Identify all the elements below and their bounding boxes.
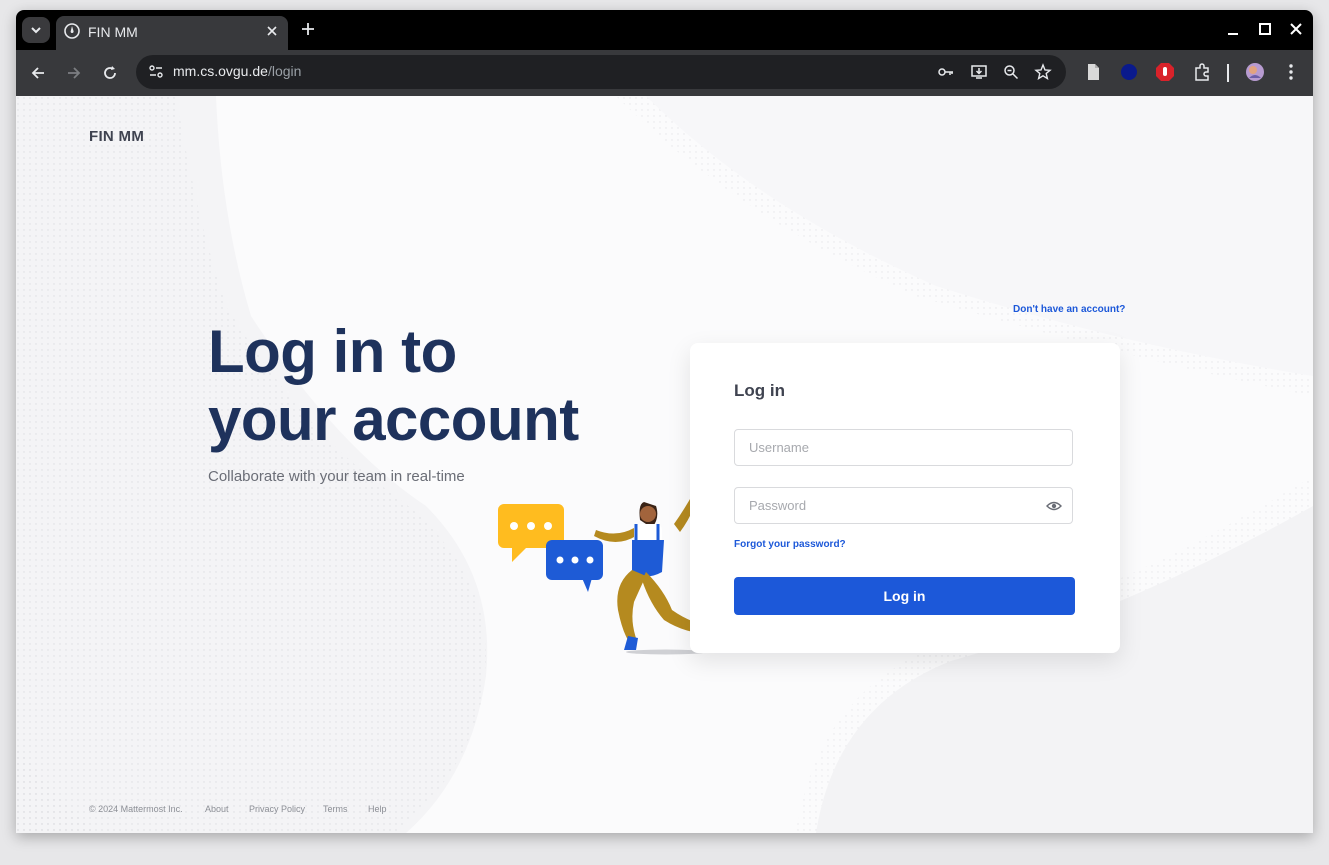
login-button[interactable]: Log in [734, 577, 1075, 615]
username-input[interactable] [734, 429, 1073, 466]
page-headline: Log in to your account [208, 318, 668, 454]
footer-link-terms[interactable]: Terms [323, 804, 348, 814]
minimize-icon[interactable] [1224, 20, 1242, 38]
show-password-eye-icon[interactable] [1046, 498, 1062, 514]
toolbar-divider [1227, 64, 1229, 82]
back-arrow-icon[interactable] [28, 63, 48, 83]
tab-search-button[interactable] [22, 17, 50, 43]
forgot-password-link[interactable]: Forgot your password? [734, 539, 846, 550]
zoom-icon[interactable] [1002, 63, 1020, 81]
tab-title: FIN MM [88, 24, 138, 40]
maximize-icon[interactable] [1256, 20, 1274, 38]
profile-avatar-icon[interactable] [1245, 62, 1265, 82]
tab-strip: FIN MM [16, 10, 1313, 50]
headline-line-1: Log in to [208, 318, 457, 385]
footer-link-help[interactable]: Help [368, 804, 387, 814]
login-card-title: Log in [734, 381, 785, 400]
bookmark-star-icon[interactable] [1034, 63, 1052, 81]
forward-arrow-icon[interactable] [64, 63, 84, 83]
new-tab-plus-icon[interactable] [300, 21, 316, 37]
password-input[interactable] [734, 487, 1073, 524]
site-settings-icon[interactable] [146, 62, 166, 82]
password-key-icon[interactable] [937, 63, 955, 81]
url-text: mm.cs.ovgu.de/login [173, 63, 301, 79]
blue-circle-extension-icon[interactable] [1119, 62, 1139, 82]
headline-line-2: your account [208, 386, 579, 453]
login-page: FIN MM Log in to your account Collaborat… [16, 96, 1313, 833]
extensions-puzzle-icon[interactable] [1192, 62, 1212, 82]
install-app-icon[interactable] [970, 63, 988, 81]
url-path: /login [267, 63, 302, 79]
close-window-icon[interactable] [1287, 20, 1305, 38]
page-subheading: Collaborate with your team in real-time [208, 468, 465, 485]
close-tab-icon[interactable] [266, 25, 278, 37]
brand-name: FIN MM [89, 128, 145, 145]
adblock-hand-icon[interactable] [1155, 62, 1175, 82]
document-extension-icon[interactable] [1083, 62, 1103, 82]
address-bar[interactable]: mm.cs.ovgu.de/login [136, 55, 1066, 89]
footer-copyright: © 2024 Mattermost Inc. [89, 804, 183, 814]
reload-icon[interactable] [100, 63, 120, 83]
active-tab[interactable]: FIN MM [56, 16, 288, 50]
chevron-down-icon [31, 27, 41, 34]
url-host: mm.cs.ovgu.de [173, 63, 268, 79]
footer-link-about[interactable]: About [205, 804, 229, 814]
footer-link-privacy-policy[interactable]: Privacy Policy [249, 804, 305, 814]
mattermost-favicon-icon [64, 23, 80, 39]
browser-window: FIN MM mm.cs.ovgu.de/login FIN MM Log in… [16, 10, 1313, 833]
signup-link[interactable]: Don't have an account? [1013, 304, 1125, 315]
login-card: Log in Forgot your password? Log in [690, 343, 1120, 653]
more-menu-icon[interactable] [1281, 62, 1301, 82]
blue-chat-bubble-icon [546, 540, 603, 592]
browser-toolbar: mm.cs.ovgu.de/login [16, 50, 1313, 96]
